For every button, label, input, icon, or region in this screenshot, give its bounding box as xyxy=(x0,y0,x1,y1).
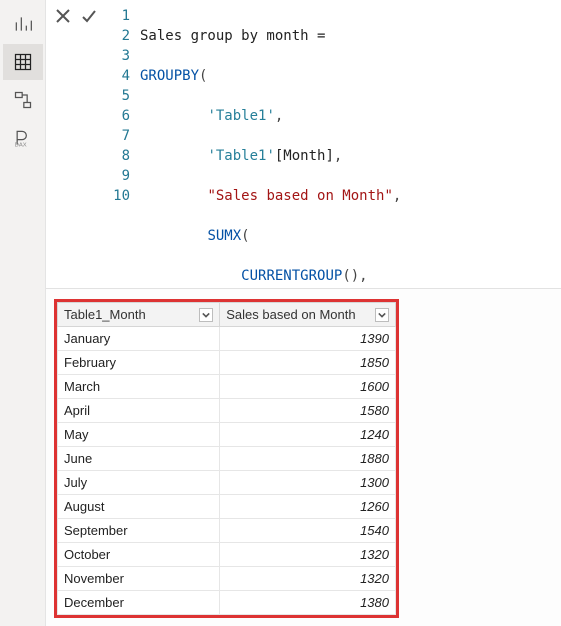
cell-month: June xyxy=(58,447,220,471)
table-row[interactable]: March1600 xyxy=(58,375,396,399)
table-row[interactable]: June1880 xyxy=(58,447,396,471)
dax-query-view-button[interactable]: DAX xyxy=(3,120,43,156)
column-header-label: Sales based on Month xyxy=(226,307,355,322)
table-body: January1390 February1850 March1600 April… xyxy=(58,327,396,615)
result-highlight-frame: Table1_Month Sales based on Month xyxy=(54,299,399,618)
table-row[interactable]: July1300 xyxy=(58,471,396,495)
cell-month: April xyxy=(58,399,220,423)
column-header-sales[interactable]: Sales based on Month xyxy=(220,303,396,327)
commit-icon[interactable] xyxy=(81,8,97,27)
line-number-gutter: 1 2 3 4 5 6 7 8 9 10 xyxy=(106,0,136,212)
code-func-groupby: GROUPBY xyxy=(140,68,199,84)
cell-value: 1540 xyxy=(220,519,396,543)
code-table-ref: 'Table1' xyxy=(207,108,274,124)
column-header-month[interactable]: Table1_Month xyxy=(58,303,220,327)
cell-value: 1600 xyxy=(220,375,396,399)
cell-month: February xyxy=(58,351,220,375)
table-row[interactable]: February1850 xyxy=(58,351,396,375)
code-func-currentgroup: CURRENTGROUP xyxy=(241,268,342,284)
column-header-label: Table1_Month xyxy=(64,307,146,322)
main-content: 1 2 3 4 5 6 7 8 9 10 Sales group by mont… xyxy=(46,0,561,626)
cell-month: October xyxy=(58,543,220,567)
app-root: DAX 1 2 3 4 5 6 7 8 9 xyxy=(0,0,561,626)
dax-formula-bar: 1 2 3 4 5 6 7 8 9 10 Sales group by mont… xyxy=(46,0,561,289)
code-col-month-b: [Month] xyxy=(275,148,334,164)
view-switcher-rail: DAX xyxy=(0,0,46,626)
table-row[interactable]: April1580 xyxy=(58,399,396,423)
cell-month: November xyxy=(58,567,220,591)
table-row[interactable]: May1240 xyxy=(58,423,396,447)
table-row[interactable]: December1380 xyxy=(58,591,396,615)
formula-bar-actions xyxy=(46,0,106,27)
cell-value: 1580 xyxy=(220,399,396,423)
code-func-sumx: SUMX xyxy=(207,228,241,244)
cell-month: September xyxy=(58,519,220,543)
table-row[interactable]: August1260 xyxy=(58,495,396,519)
code-col-month-a: 'Table1' xyxy=(207,148,274,164)
cell-month: May xyxy=(58,423,220,447)
table-header-row: Table1_Month Sales based on Month xyxy=(58,303,396,327)
cell-value: 1850 xyxy=(220,351,396,375)
table-row[interactable]: January1390 xyxy=(58,327,396,351)
table-row[interactable]: September1540 xyxy=(58,519,396,543)
filter-dropdown-icon[interactable] xyxy=(375,308,389,322)
table-row[interactable]: October1320 xyxy=(58,543,396,567)
cell-value: 1880 xyxy=(220,447,396,471)
svg-text:DAX: DAX xyxy=(14,142,26,148)
cell-month: January xyxy=(58,327,220,351)
cancel-icon[interactable] xyxy=(55,8,71,27)
model-view-button[interactable] xyxy=(3,82,43,118)
cell-value: 1380 xyxy=(220,591,396,615)
filter-dropdown-icon[interactable] xyxy=(199,308,213,322)
data-grid-container: Table1_Month Sales based on Month xyxy=(46,289,561,626)
report-view-button[interactable] xyxy=(3,6,43,42)
cell-value: 1300 xyxy=(220,471,396,495)
result-table: Table1_Month Sales based on Month xyxy=(57,302,396,615)
cell-month: December xyxy=(58,591,220,615)
cell-value: 1320 xyxy=(220,543,396,567)
cell-value: 1320 xyxy=(220,567,396,591)
cell-month: August xyxy=(58,495,220,519)
cell-value: 1260 xyxy=(220,495,396,519)
table-row[interactable]: November1320 xyxy=(58,567,396,591)
cell-month: July xyxy=(58,471,220,495)
code-measure-name: Sales group by month = xyxy=(140,28,325,44)
code-metric-name: "Sales based on Month" xyxy=(207,188,392,204)
cell-value: 1240 xyxy=(220,423,396,447)
data-view-button[interactable] xyxy=(3,44,43,80)
cell-value: 1390 xyxy=(220,327,396,351)
cell-month: March xyxy=(58,375,220,399)
